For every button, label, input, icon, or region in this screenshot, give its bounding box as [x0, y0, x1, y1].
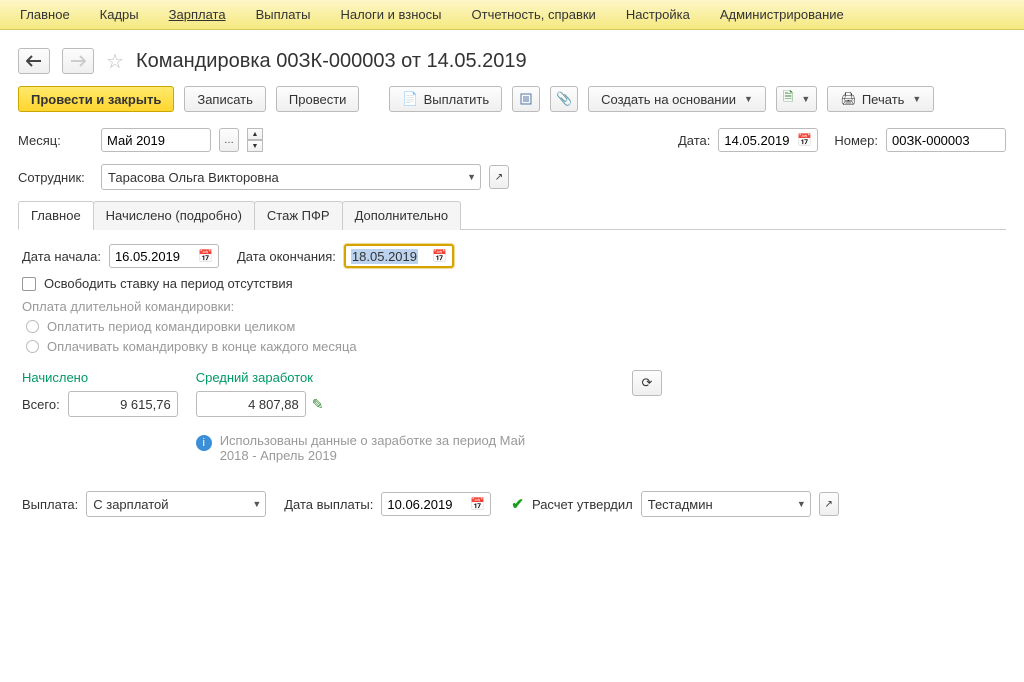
pay-icon: 📄 [402, 91, 418, 107]
approver-select[interactable]: Тестадмин ▼ [641, 491, 811, 517]
calendar-icon[interactable]: 📅 [432, 249, 447, 263]
printer-icon: 🖨 [840, 91, 857, 107]
long-trip-header: Оплата длительной командировки: [22, 299, 1002, 314]
page-title: Командировка 00ЗК-000003 от 14.05.2019 [136, 50, 527, 73]
chevron-down-icon[interactable]: ▼ [467, 172, 476, 182]
paperclip-icon: 📎 [556, 91, 572, 107]
print-button[interactable]: 🖨 Печать ▼ [827, 86, 934, 112]
end-date-label: Дата окончания: [237, 249, 336, 264]
menu-taxes[interactable]: Налоги и взносы [340, 7, 441, 22]
header: ☆ Командировка 00ЗК-000003 от 14.05.2019 [0, 30, 1024, 86]
date-input[interactable]: 📅 [718, 128, 818, 152]
calc-section: Начислено Всего: 9 615,76 Средний зарабо… [22, 370, 1002, 463]
paydate-label: Дата выплаты: [284, 497, 373, 512]
tab-accrued-detail[interactable]: Начислено (подробно) [93, 201, 255, 230]
month-spinner[interactable]: ▲ ▼ [247, 128, 263, 152]
radio-monthly [26, 340, 39, 353]
tab-additional[interactable]: Дополнительно [342, 201, 462, 230]
spin-down-icon[interactable]: ▼ [247, 140, 263, 152]
paydate-input[interactable]: 📅 [381, 492, 491, 516]
chevron-down-icon: ▼ [744, 94, 753, 104]
menu-reports[interactable]: Отчетность, справки [472, 7, 596, 22]
payout-value: С зарплатой [93, 497, 168, 512]
create-on-basis-button[interactable]: Создать на основании ▼ [588, 86, 766, 112]
post-button[interactable]: Провести [276, 86, 360, 112]
create-on-basis-label: Создать на основании [601, 92, 736, 107]
avg-header: Средний заработок [196, 370, 556, 385]
row-month-date-number: Месяц: … ▲ ▼ Дата: 📅 Номер: [0, 124, 1024, 156]
release-rate-label: Освободить ставку на период отсутствия [44, 276, 293, 291]
release-rate-checkbox[interactable] [22, 277, 36, 291]
nav-back-button[interactable] [18, 48, 50, 74]
pencil-icon[interactable]: ✎ [312, 396, 324, 413]
total-label: Всего: [22, 397, 60, 412]
toolbar: Провести и закрыть Записать Провести 📄 В… [0, 86, 1024, 124]
payout-label: Выплата: [22, 497, 78, 512]
approved-label: Расчет утвердил [532, 497, 633, 512]
info-box: i Использованы данные о заработке за пер… [196, 433, 556, 463]
start-date-label: Дата начала: [22, 249, 101, 264]
employee-value: Тарасова Ольга Викторовна [108, 170, 279, 185]
calendar-icon[interactable]: 📅 [797, 133, 812, 147]
calendar-icon[interactable]: 📅 [198, 249, 213, 263]
payout-select[interactable]: С зарплатой ▼ [86, 491, 266, 517]
approver-value: Тестадмин [648, 497, 713, 512]
month-picker-button[interactable]: … [219, 128, 239, 152]
accrued-header: Начислено [22, 370, 178, 385]
tab-bar: Главное Начислено (подробно) Стаж ПФР До… [18, 200, 1006, 230]
radio-whole-label: Оплатить период командировки целиком [47, 319, 295, 334]
end-date-input[interactable]: 18.05.2019 📅 [344, 244, 454, 268]
radio-whole-period [26, 320, 39, 333]
favorite-star-icon[interactable]: ☆ [106, 49, 124, 74]
refresh-icon: ⟳ [642, 375, 653, 391]
approved-check-icon[interactable]: ✔ [511, 495, 524, 513]
attach-icon-button[interactable]: 📎 [550, 86, 578, 112]
date-label: Дата: [678, 133, 710, 148]
month-input[interactable] [101, 128, 211, 152]
employee-open-button[interactable]: ↗ [489, 165, 509, 189]
number-label: Номер: [834, 133, 878, 148]
row-employee: Сотрудник: Тарасова Ольга Викторовна ▼ ↗ [0, 160, 1024, 194]
list-icon-button[interactable] [512, 86, 540, 112]
menu-staff[interactable]: Кадры [100, 7, 139, 22]
print-button-label: Печать [862, 92, 905, 107]
tab-content: Дата начала: 📅 Дата окончания: 18.05.201… [0, 230, 1024, 531]
calendar-icon[interactable]: 📅 [470, 497, 485, 511]
start-date-input[interactable]: 📅 [109, 244, 219, 268]
main-menu: Главное Кадры Зарплата Выплаты Налоги и … [0, 0, 1024, 30]
menu-admin[interactable]: Администрирование [720, 7, 844, 22]
tab-pfr[interactable]: Стаж ПФР [254, 201, 343, 230]
employee-label: Сотрудник: [18, 170, 93, 185]
list-icon [519, 92, 533, 106]
end-date-value: 18.05.2019 [351, 249, 418, 264]
employee-input[interactable]: Тарасова Ольга Викторовна ▼ [101, 164, 481, 190]
menu-main[interactable]: Главное [20, 7, 70, 22]
pay-button[interactable]: 📄 Выплатить [389, 86, 502, 112]
menu-salary[interactable]: Зарплата [169, 7, 226, 22]
avg-value: 4 807,88 [196, 391, 306, 417]
save-button[interactable]: Записать [184, 86, 266, 112]
radio-monthly-label: Оплачивать командировку в конце каждого … [47, 339, 357, 354]
payout-row: Выплата: С зарплатой ▼ Дата выплаты: 📅 ✔… [22, 491, 1002, 517]
info-text: Использованы данные о заработке за перио… [220, 433, 556, 463]
chevron-down-icon: ▼ [912, 94, 921, 104]
chevron-down-icon[interactable]: ▼ [797, 499, 806, 509]
nav-forward-button[interactable] [62, 48, 94, 74]
document-plus-icon: 🗎 [783, 88, 793, 110]
approver-open-button[interactable]: ↗ [819, 492, 839, 516]
chevron-down-icon[interactable]: ▼ [252, 499, 261, 509]
spin-up-icon[interactable]: ▲ [247, 128, 263, 140]
chevron-down-icon: ▼ [801, 94, 810, 104]
pay-button-label: Выплатить [424, 92, 490, 107]
tab-main[interactable]: Главное [18, 201, 94, 230]
menu-payments[interactable]: Выплаты [256, 7, 311, 22]
total-value: 9 615,76 [68, 391, 178, 417]
number-input[interactable] [886, 128, 1006, 152]
menu-settings[interactable]: Настройка [626, 7, 690, 22]
info-icon: i [196, 435, 212, 451]
month-label: Месяц: [18, 133, 93, 148]
refresh-button[interactable]: ⟳ [632, 370, 662, 396]
post-and-close-button[interactable]: Провести и закрыть [18, 86, 174, 112]
extra-action-button[interactable]: 🗎▼ [776, 86, 817, 112]
